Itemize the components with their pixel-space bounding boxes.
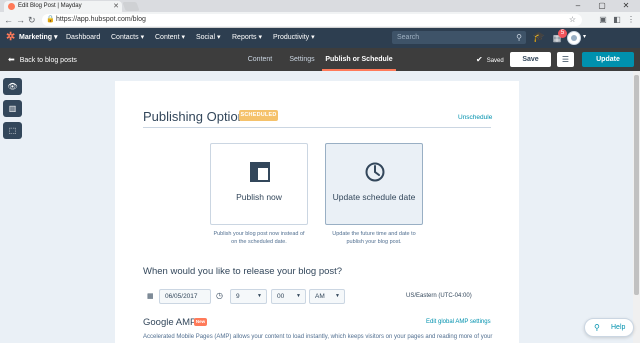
hubspot-top-nav: ✲ Marketing ▾ Dashboard Contacts ▾ Conte… <box>0 28 640 48</box>
tab-content[interactable]: Content <box>240 48 280 71</box>
layout-icon <box>250 162 270 182</box>
update-schedule-description: Update the future time and date to publi… <box>332 231 416 245</box>
browser-tab-title: Edit Blog Post | Mayday <box>18 3 82 9</box>
chevron-down-icon: ▼ <box>335 293 340 299</box>
ampm-value: AM <box>315 293 325 300</box>
publish-now-option[interactable]: Publish now <box>210 143 308 225</box>
avatar[interactable] <box>567 31 581 45</box>
back-arrow-icon: ⬅ <box>8 55 15 64</box>
nav-content[interactable]: Content ▾ <box>155 28 185 48</box>
address-bar[interactable]: 🔒 https://app.hubspot.com/blog ☆ <box>42 14 582 26</box>
edit-amp-settings-link[interactable]: Edit global AMP settings <box>426 319 491 325</box>
lock-icon: 🔒 <box>46 16 55 23</box>
clock-icon <box>365 162 385 182</box>
extension-icon[interactable]: ▣ <box>598 15 608 25</box>
maximize-icon[interactable]: ▢ <box>590 0 614 12</box>
tab-publish-or-schedule[interactable]: Publish or Schedule <box>322 48 396 71</box>
help-button[interactable]: ⚲ Help <box>584 318 634 337</box>
unschedule-link[interactable]: Unschedule <box>458 114 492 121</box>
timezone-label: US/Eastern (UTC-04:00) <box>406 293 472 299</box>
analytics-chart-icon[interactable]: ▥ <box>3 100 22 117</box>
nav-productivity[interactable]: Productivity ▾ <box>273 28 315 48</box>
academy-cap-icon[interactable]: 🎓 <box>532 32 546 44</box>
nav-contacts[interactable]: Contacts ▾ <box>111 28 144 48</box>
bookmark-star-icon[interactable]: ☆ <box>569 14 576 26</box>
minimize-icon[interactable]: – <box>566 0 590 12</box>
chevron-down-icon[interactable]: ▾ <box>583 33 586 40</box>
preview-eye-icon[interactable]: 👁 <box>3 78 22 95</box>
page-title: Publishing Options <box>143 109 252 124</box>
ampm-select[interactable]: AM ▼ <box>309 289 345 304</box>
modules-cube-icon[interactable]: ⬚ <box>3 122 22 139</box>
url-text: https://app.hubspot.com/blog <box>56 16 146 23</box>
save-button[interactable]: Save <box>510 52 551 67</box>
update-schedule-date-option[interactable]: Update schedule date <box>325 143 423 225</box>
chevron-down-icon: ▼ <box>257 293 262 299</box>
hubspot-logo-icon[interactable]: ✲ <box>6 32 16 43</box>
status-badge: SCHEDULED <box>239 110 278 121</box>
browser-toolbar: ← → ↻ 🔒 https://app.hubspot.com/blog ☆ ▣… <box>0 12 640 28</box>
hour-value: 9 <box>236 293 240 300</box>
back-to-blog-posts-link[interactable]: ⬅ Back to blog posts <box>8 48 77 71</box>
search-help-icon: ⚲ <box>594 323 600 332</box>
extension-icon-2[interactable]: ◧ <box>612 15 622 25</box>
calendar-icon: ▦ <box>147 293 154 300</box>
publish-now-description: Publish your blog post now instead of on… <box>213 231 305 245</box>
tab-settings[interactable]: Settings <box>284 48 320 71</box>
nav-reports[interactable]: Reports ▾ <box>232 28 262 48</box>
chevron-down-icon: ▼ <box>296 293 301 299</box>
scrollbar-thumb[interactable] <box>634 75 639 295</box>
notification-badge: 5 <box>558 29 567 38</box>
divider <box>143 127 491 128</box>
checkmark-icon: ✔ <box>476 55 483 64</box>
new-tab-button[interactable] <box>122 2 140 11</box>
search-placeholder: Search <box>397 34 420 41</box>
back-arrow-icon[interactable]: ← <box>4 14 13 26</box>
nav-dashboard[interactable]: Dashboard <box>66 28 100 48</box>
editor-bar: ⬅ Back to blog posts Content Settings Pub… <box>0 48 640 71</box>
nav-marketing[interactable]: Marketing ▾ <box>19 28 58 48</box>
browser-tab[interactable]: Edit Blog Post | Mayday ✕ <box>4 1 122 12</box>
saved-status: ✔ Saved <box>476 55 504 64</box>
page-scrollbar[interactable] <box>633 71 640 343</box>
update-button[interactable]: Update <box>582 52 634 67</box>
reload-icon[interactable]: ↻ <box>28 14 36 26</box>
browser-tabbar: Edit Blog Post | Mayday ✕ – ▢ ✕ <box>0 0 640 12</box>
search-input[interactable]: Search ⚲ <box>392 31 526 44</box>
update-schedule-label: Update schedule date <box>332 192 416 202</box>
window-close-icon[interactable]: ✕ <box>614 0 638 12</box>
search-icon: ⚲ <box>516 33 522 42</box>
new-badge: New <box>194 318 207 326</box>
publish-now-label: Publish now <box>236 192 282 202</box>
list-menu-button[interactable]: ☰ <box>557 52 574 67</box>
google-amp-title: Google AMP <box>143 317 197 328</box>
left-tool-rail: 👁 ▥ ⬚ <box>0 71 26 343</box>
hubspot-favicon-icon <box>8 3 15 10</box>
minute-select[interactable]: 00 ▼ <box>271 289 306 304</box>
close-tab-icon[interactable]: ✕ <box>113 1 119 12</box>
help-label: Help <box>611 324 626 331</box>
release-question: When would you like to release your blog… <box>143 266 343 277</box>
browser-menu-icon[interactable]: ⋮ <box>626 15 636 25</box>
minute-value: 00 <box>277 293 285 300</box>
time-clock-icon: ◷ <box>216 291 223 300</box>
hour-select[interactable]: 9 ▼ <box>230 289 267 304</box>
amp-description: Accelerated Mobile Pages (AMP) allows yo… <box>143 334 493 340</box>
forward-arrow-icon[interactable]: → <box>16 14 25 26</box>
nav-social[interactable]: Social ▾ <box>196 28 221 48</box>
date-field[interactable]: 06/05/2017 <box>159 289 211 304</box>
